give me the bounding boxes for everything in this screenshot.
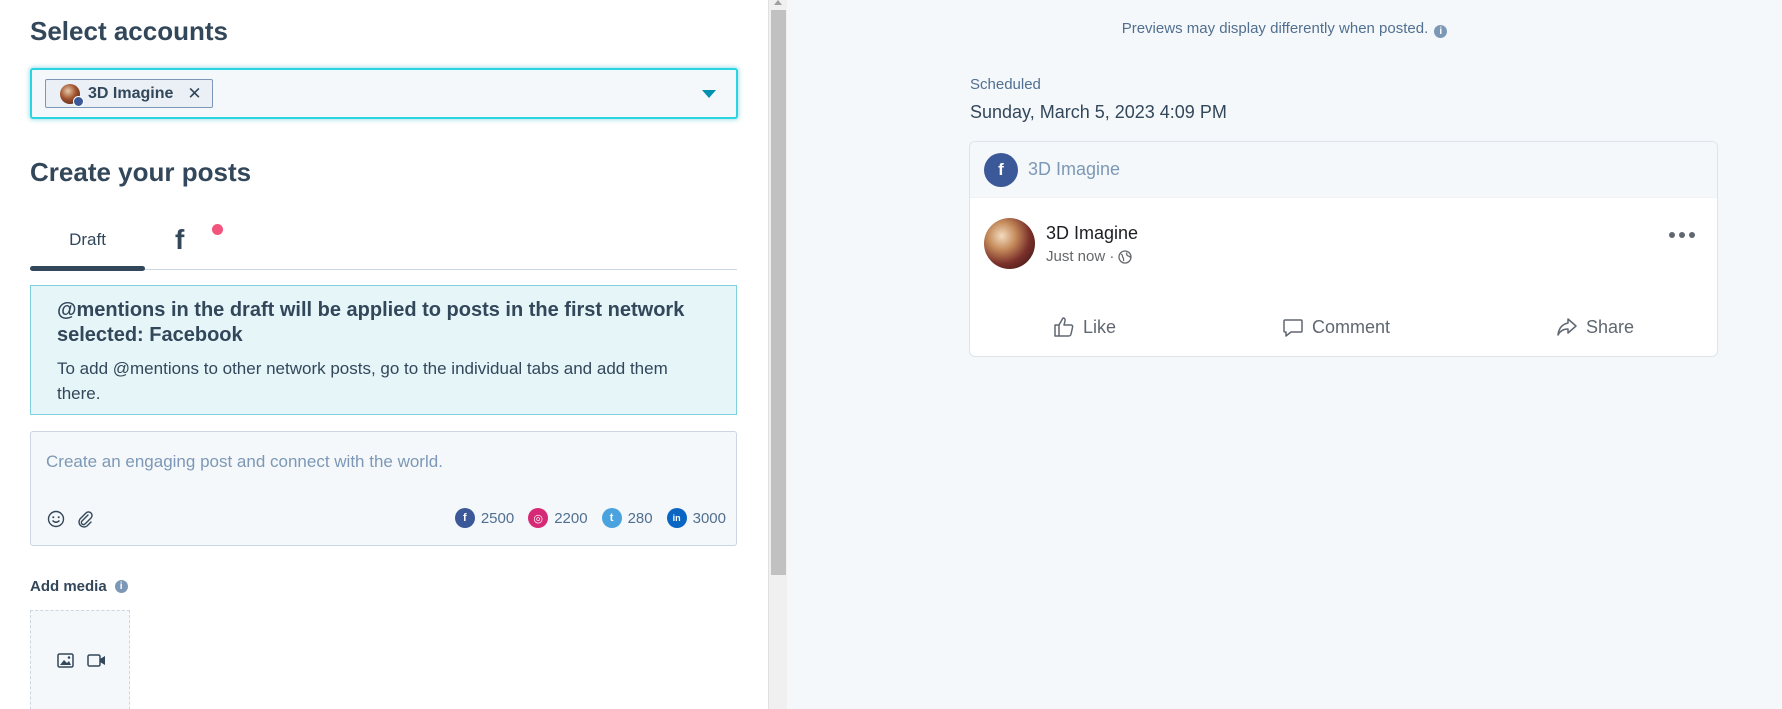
post-time: Just now · — [1046, 248, 1115, 265]
alert-body: To add @mentions to other network posts,… — [57, 359, 668, 403]
like-button[interactable]: Like — [1053, 316, 1116, 338]
more-options-icon[interactable] — [1669, 232, 1695, 238]
post-actions: Like Comment Share — [970, 307, 1717, 347]
linkedin-limit-value: 3000 — [692, 509, 726, 527]
comment-icon — [1283, 319, 1303, 337]
scheduled-date: Sunday, March 5, 2023 4:09 PM — [970, 102, 1227, 122]
linkedin-icon: in — [666, 508, 687, 528]
account-chip[interactable]: 3D Imagine ✕ — [45, 79, 213, 108]
video-icon[interactable] — [87, 653, 106, 668]
mentions-alert: @mentions in the draft will be applied t… — [30, 285, 737, 415]
tab-facebook[interactable]: f — [175, 220, 223, 260]
remove-account-icon[interactable]: ✕ — [187, 84, 201, 104]
account-avatar — [60, 83, 84, 107]
post-tabs: Draft f — [30, 214, 737, 271]
instagram-limit-value: 2200 — [554, 509, 588, 527]
preview-note-text: Previews may display differently when po… — [1121, 20, 1429, 37]
facebook-limit-value: 2500 — [480, 509, 515, 527]
instagram-limit: ◎ 2200 — [528, 508, 588, 528]
post-account-name: 3D Imagine — [1046, 223, 1139, 243]
scroll-up-arrow-icon[interactable] — [774, 0, 782, 5]
preview-note: Previews may display differently when po… — [787, 20, 1782, 38]
instagram-icon: ◎ — [528, 508, 549, 528]
share-icon — [1557, 318, 1577, 336]
dropdown-caret-icon[interactable] — [702, 90, 716, 98]
account-chip-label: 3D Imagine — [88, 84, 174, 102]
share-label: Share — [1585, 316, 1634, 337]
facebook-limit: f 2500 — [454, 508, 515, 528]
tab-draft[interactable]: Draft — [30, 214, 145, 271]
thumbs-up-icon — [1054, 317, 1074, 337]
post-text-input[interactable] — [46, 452, 646, 472]
facebook-icon: f — [984, 152, 1018, 187]
card-header-account: 3D Imagine — [1028, 159, 1121, 179]
notification-dot — [212, 224, 223, 235]
comment-label: Comment — [1311, 316, 1390, 337]
create-posts-heading: Create your posts — [30, 157, 252, 187]
post-composer: f 2500 ◎ 2200 t 280 in 3000 — [30, 431, 737, 546]
share-button[interactable]: Share — [1556, 316, 1634, 338]
image-icon[interactable] — [57, 653, 74, 668]
emoji-icon[interactable] — [46, 509, 66, 529]
facebook-badge-icon — [73, 95, 84, 107]
preview-panel: Previews may display differently when po… — [787, 0, 1782, 709]
post-avatar — [984, 218, 1035, 269]
facebook-icon: f — [454, 508, 475, 528]
facebook-icon: f — [175, 224, 185, 255]
linkedin-limit: in 3000 — [666, 508, 726, 528]
scroll-thumb[interactable] — [771, 10, 786, 575]
globe-icon — [1118, 249, 1133, 264]
twitter-icon: t — [601, 508, 622, 528]
add-media-dropzone[interactable] — [30, 610, 130, 709]
character-limits: f 2500 ◎ 2200 t 280 in 3000 — [454, 508, 726, 528]
alert-title: @mentions in the draft will be applied t… — [57, 299, 685, 346]
comment-button[interactable]: Comment — [1282, 316, 1390, 338]
post-meta: Just now · — [1046, 248, 1133, 265]
account-select[interactable]: 3D Imagine ✕ — [30, 68, 738, 119]
scheduled-label: Scheduled — [970, 76, 1041, 93]
attachment-icon[interactable] — [75, 509, 95, 529]
select-accounts-heading: Select accounts — [30, 16, 228, 46]
twitter-limit: t 280 — [601, 508, 653, 528]
card-header: f 3D Imagine — [970, 142, 1717, 198]
like-label: Like — [1082, 316, 1116, 337]
info-icon[interactable]: i — [1434, 25, 1448, 38]
twitter-limit-value: 280 — [627, 509, 653, 527]
compose-panel: Select accounts 3D Imagine ✕ Create your… — [0, 0, 768, 709]
add-media-text: Add media — [30, 578, 107, 595]
info-icon[interactable]: i — [114, 580, 128, 593]
add-media-label: Add media i — [30, 578, 128, 595]
facebook-preview-card: f 3D Imagine 3D Imagine Just now · Like — [969, 141, 1718, 357]
scrollbar[interactable] — [768, 0, 787, 709]
